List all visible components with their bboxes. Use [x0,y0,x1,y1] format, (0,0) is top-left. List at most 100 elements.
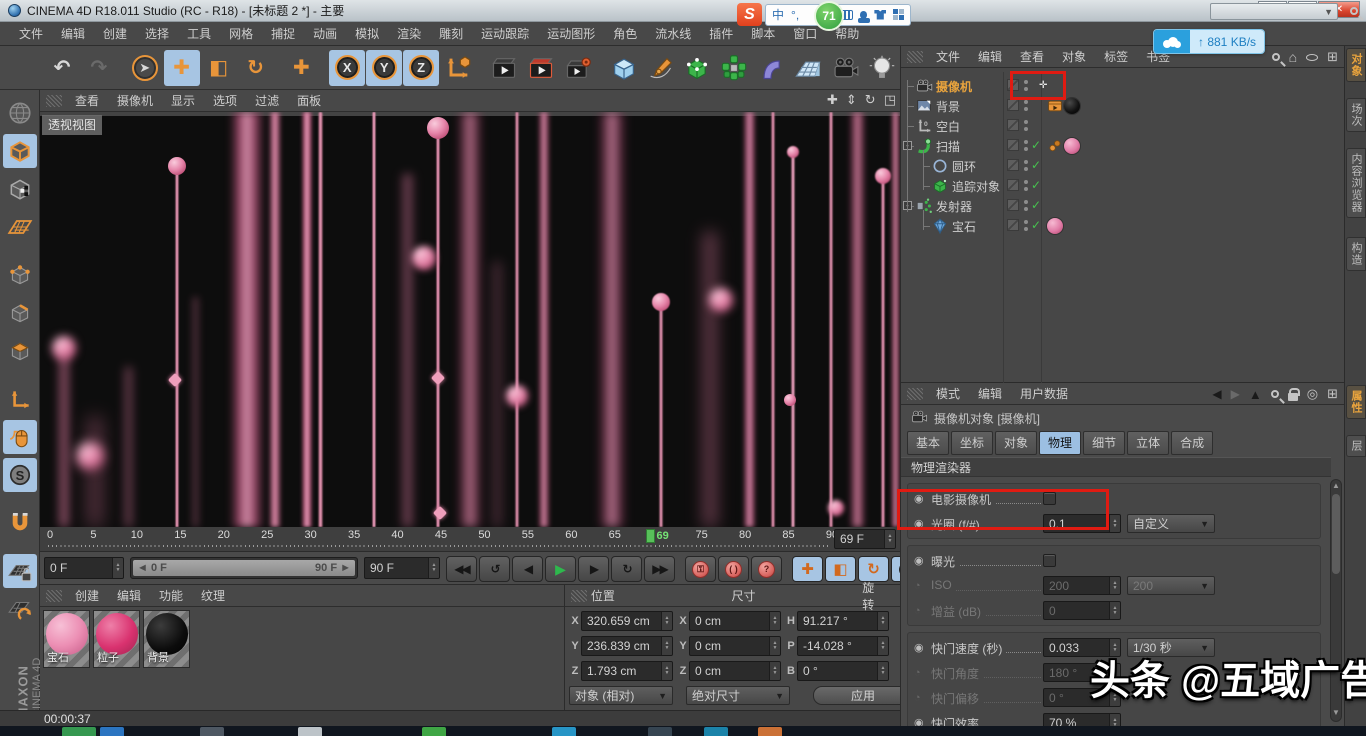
timeline-ruler[interactable]: 0510152025303540455055606575808590 69 69… [40,527,900,552]
film-tag-icon[interactable] [1047,98,1063,114]
spinner-icon[interactable]: ▲▼ [661,612,672,630]
size-y-field[interactable]: 0 cm▲▼ [689,636,781,656]
object-row-5[interactable]: 追踪对象 [901,176,1345,196]
ime-skin-icon[interactable] [874,10,886,20]
dock-tab-对象[interactable]: 对象 [1346,48,1366,82]
menubar-item-2[interactable]: 创建 [94,22,136,45]
keyframe-selection-button[interactable]: ? [751,556,782,582]
add-camera-button[interactable] [827,50,863,86]
menubar-item-15[interactable]: 插件 [700,22,742,45]
cloud-upload-badge[interactable]: ↑ 881 KB/s [1153,29,1265,54]
range-start-field[interactable]: 0 F▲▼ [44,557,124,579]
visibility-dots[interactable] [1024,100,1028,114]
taskbar-item-4[interactable] [422,727,446,736]
spinner-icon[interactable]: ▲▼ [877,612,888,630]
polygons-mode-button[interactable] [3,334,37,368]
menubar-item-9[interactable]: 渲染 [388,22,430,45]
sphere-pink-icon[interactable] [1047,218,1063,234]
attribute-manager-track-icon[interactable]: ◎ [1307,388,1318,400]
lock-x-axis-button[interactable]: X [329,50,365,86]
workplane-mode-button[interactable] [3,210,37,244]
panel-grip[interactable] [46,95,62,107]
enabled-check-icon[interactable]: ✓ [1031,218,1041,232]
menubar-item-0[interactable]: 文件 [10,22,52,45]
param-dropdown[interactable]: 200▼ [1127,576,1215,595]
sphere-pink-icon[interactable] [1064,138,1080,154]
enabled-check-icon[interactable]: ✓ [1031,138,1041,152]
viewport-menu-item-3[interactable]: 选项 [204,89,246,112]
animation-dot-icon[interactable]: ◔ [914,667,927,679]
visibility-dots[interactable] [1024,180,1028,194]
viewport-menu-item-0[interactable]: 查看 [66,89,108,112]
size-x-field[interactable]: 0 cm▲▼ [689,611,781,631]
rotation-h-field[interactable]: 91.217 °▲▼ [797,611,889,631]
spinner-icon[interactable]: ▲▼ [769,662,780,680]
visibility-dots[interactable] [1024,160,1028,174]
object-manager-menu-item-3[interactable]: 对象 [1053,45,1095,68]
layer-color-chip[interactable] [1007,99,1019,111]
live-selection-button[interactable]: ➤ [127,50,163,86]
param-value-field[interactable]: 0▲▼ [1043,601,1121,620]
taskbar-item-3[interactable] [298,727,322,736]
zoom-view-icon[interactable]: ⇕ [846,92,857,108]
rotation-b-field[interactable]: 0 °▲▼ [797,661,889,681]
preview-range-slider[interactable]: ◄ 0 F 90 F ► [130,557,358,579]
object-manager-filter-icon[interactable] [1306,54,1318,61]
spinner-icon[interactable]: ▲▼ [877,637,888,655]
object-manager-menu-item-1[interactable]: 编辑 [969,45,1011,68]
edges-mode-button[interactable] [3,296,37,330]
object-name[interactable]: 发射器 [936,198,972,215]
animation-dot-icon[interactable]: ◔ [914,580,927,592]
menubar-item-12[interactable]: 运动图形 [538,22,604,45]
key-scale-toggle[interactable]: ◧ [825,556,856,582]
add-spline-pen-button[interactable] [643,50,679,86]
rotate-view-icon[interactable]: ↻ [865,92,876,108]
layer-color-chip[interactable] [1007,179,1019,191]
dock-tab-场次[interactable]: 场次 [1346,98,1366,132]
menubar-item-7[interactable]: 动画 [304,22,346,45]
panel-grip[interactable] [46,590,62,602]
taskbar-item-6[interactable] [648,727,672,736]
physical-renderer-section-header[interactable]: 物理渲染器 [901,457,1331,477]
object-row-1[interactable]: 背景 [901,96,1345,116]
scroll-up-icon[interactable]: ▲ [1331,481,1341,493]
spinner-icon[interactable]: ▲▼ [769,612,780,630]
key-position-toggle[interactable]: ✚ [792,556,823,582]
scrollbar-thumb[interactable] [1332,494,1340,574]
attribute-tab-3[interactable]: 物理 [1039,431,1081,455]
ime-logo-icon[interactable]: S [737,3,762,26]
range-end-field[interactable]: 90 F▲▼ [364,557,440,579]
texture-mode-button[interactable] [3,172,37,206]
object-row-3[interactable]: 扫描 [901,136,1345,156]
timeline-playhead[interactable] [646,529,655,543]
attribute-menu-item-2[interactable]: 用户数据 [1011,382,1077,405]
material-menu-item-0[interactable]: 创建 [66,584,108,607]
spinner-icon[interactable]: ▲▼ [661,662,672,680]
position-mode-dropdown[interactable]: 对象 (相对)▼ [569,686,673,705]
object-row-7[interactable]: 宝石 [901,216,1345,236]
object-row-2[interactable]: 0空白 [901,116,1345,136]
object-row-0[interactable]: 摄像机 [901,76,1345,96]
lock-z-axis-button[interactable]: Z [403,50,439,86]
previous-key-button[interactable]: ↺ [479,556,510,582]
param-checkbox[interactable] [1043,554,1056,567]
attribute-manager-add-panel-icon[interactable]: ⊞ [1327,388,1338,400]
range-left-handle[interactable]: ◄ 0 F [137,562,167,574]
spinner-icon[interactable]: ▲▼ [1109,714,1120,726]
taskbar-item-1[interactable] [100,727,124,736]
animation-dot-icon[interactable]: ◉ [914,641,927,654]
object-manager-home-icon[interactable]: ⌂ [1289,51,1297,63]
last-used-move-tool-button[interactable]: ✚ [283,50,319,86]
object-manager-search-icon[interactable] [1272,53,1280,61]
menubar-item-14[interactable]: 流水线 [646,22,700,45]
model-mode-button[interactable] [3,134,37,168]
tweak-mode-button[interactable] [3,420,37,454]
ime-mode-chinese[interactable]: 中 [772,6,784,23]
pan-view-icon[interactable]: ✚ [827,92,838,108]
panel-grip[interactable] [907,51,923,63]
record-keyframe-button[interactable]: ⚿ [685,556,716,582]
autokey-button[interactable]: ( ) [718,556,749,582]
taskbar-item-7[interactable] [704,727,728,736]
add-light-button[interactable] [864,50,900,86]
enabled-check-icon[interactable]: ✓ [1031,198,1041,212]
